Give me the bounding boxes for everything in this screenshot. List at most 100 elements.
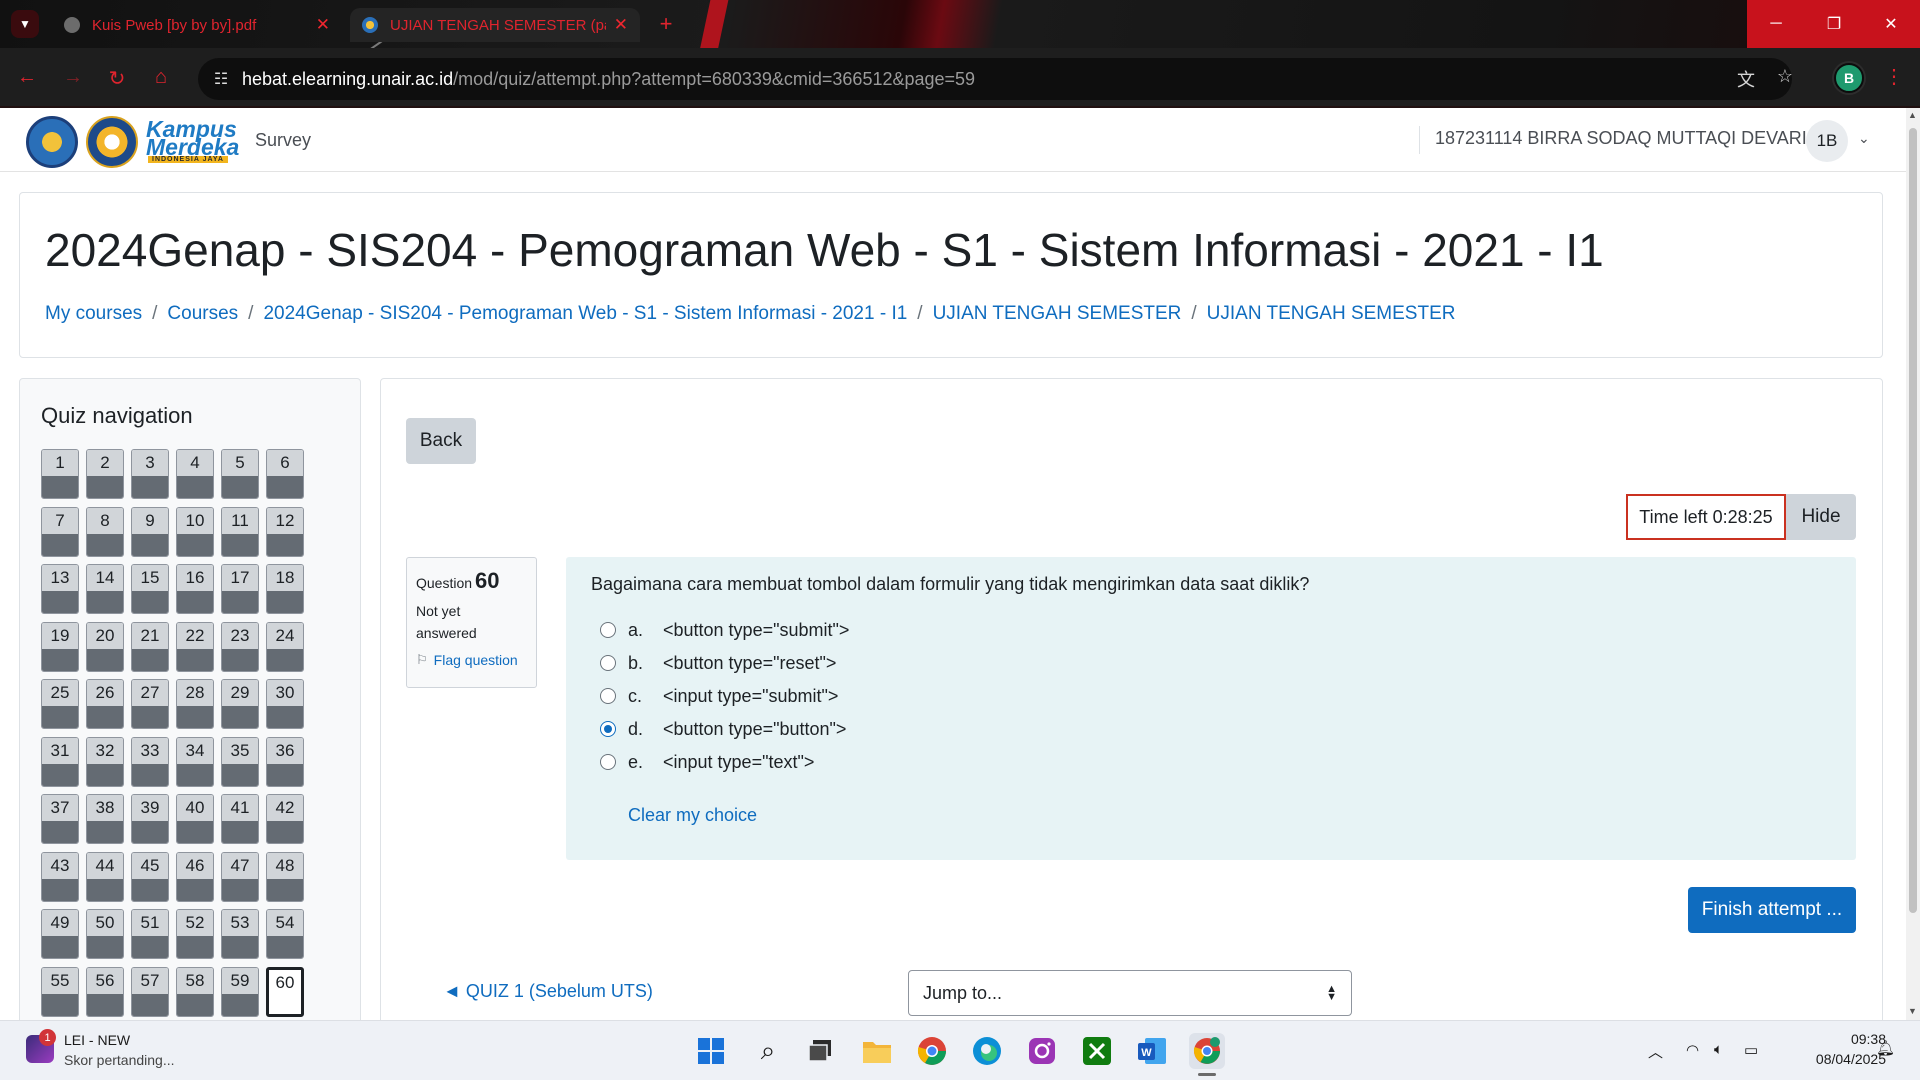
- site-info-icon[interactable]: ☷: [208, 66, 234, 92]
- restore-icon[interactable]: ❐: [1805, 0, 1863, 48]
- menu-kebab-icon[interactable]: ⋮: [1884, 64, 1904, 89]
- chevron-up-icon[interactable]: ︿: [1648, 1041, 1663, 1062]
- quiz-nav-button-19[interactable]: 19: [41, 621, 79, 672]
- clock-date[interactable]: 08/04/2025: [1786, 1051, 1886, 1067]
- quiz-nav-button-15[interactable]: 15: [131, 564, 169, 614]
- breadcrumb-quiz[interactable]: UJIAN TENGAH SEMESTER: [1207, 303, 1456, 325]
- quiz-nav-button-43[interactable]: 43: [41, 851, 79, 902]
- breadcrumb-courses[interactable]: Courses: [167, 303, 238, 325]
- quiz-nav-button-34[interactable]: 34: [176, 736, 214, 787]
- minimize-icon[interactable]: ─: [1747, 0, 1805, 48]
- xbox-icon[interactable]: [1079, 1033, 1115, 1069]
- radio-button[interactable]: [600, 754, 616, 770]
- kemdikbud-logo[interactable]: [26, 116, 78, 168]
- quiz-nav-button-48[interactable]: 48: [266, 851, 304, 902]
- quiz-nav-button-47[interactable]: 47: [221, 851, 259, 902]
- quiz-nav-button-1[interactable]: 1: [41, 449, 79, 499]
- previous-activity-link[interactable]: ◄ QUIZ 1 (Sebelum UTS): [443, 981, 653, 1002]
- quiz-nav-button-25[interactable]: 25: [41, 679, 79, 729]
- breadcrumb-section[interactable]: UJIAN TENGAH SEMESTER: [933, 303, 1182, 325]
- quiz-nav-button-18[interactable]: 18: [266, 564, 304, 614]
- quiz-nav-button-32[interactable]: 32: [86, 736, 124, 787]
- page-scrollbar[interactable]: ▲ ▼: [1906, 108, 1920, 1020]
- scroll-up-icon[interactable]: ▲: [1908, 110, 1917, 120]
- new-tab-button[interactable]: +: [652, 10, 680, 38]
- quiz-nav-button-4[interactable]: 4: [176, 449, 214, 499]
- quiz-nav-button-54[interactable]: 54: [266, 909, 304, 959]
- radio-button[interactable]: [600, 655, 616, 671]
- url-text[interactable]: hebat.elearning.unair.ac.id/mod/quiz/att…: [242, 69, 975, 90]
- volume-icon[interactable]: 🔈︎: [1714, 1041, 1723, 1058]
- quiz-nav-button-11[interactable]: 11: [221, 506, 259, 557]
- widget-subtitle[interactable]: Skor pertanding...: [64, 1052, 175, 1068]
- quiz-nav-button-29[interactable]: 29: [221, 679, 259, 729]
- task-view-icon[interactable]: [802, 1033, 838, 1069]
- tab-search-icon[interactable]: ▼: [11, 10, 39, 38]
- quiz-nav-button-50[interactable]: 50: [86, 909, 124, 959]
- jump-to-select[interactable]: Jump to... ▲ ▼: [908, 970, 1352, 1016]
- quiz-nav-button-49[interactable]: 49: [41, 909, 79, 959]
- quiz-nav-button-51[interactable]: 51: [131, 909, 169, 959]
- user-avatar[interactable]: 1B: [1806, 120, 1848, 162]
- profile-avatar[interactable]: B: [1834, 63, 1864, 93]
- tab-pdf[interactable]: Kuis Pweb [by by by].pdf ✕: [52, 8, 342, 42]
- quiz-nav-button-60[interactable]: 60: [266, 966, 304, 1017]
- quiz-nav-button-33[interactable]: 33: [131, 736, 169, 787]
- radio-button[interactable]: [600, 622, 616, 638]
- quiz-nav-button-56[interactable]: 56: [86, 966, 124, 1017]
- quiz-nav-button-7[interactable]: 7: [41, 506, 79, 557]
- kampus-merdeka-logo[interactable]: Kampus Merdeka INDONESIA JAYA: [144, 116, 239, 166]
- back-button[interactable]: Back: [406, 418, 476, 464]
- quiz-nav-button-31[interactable]: 31: [41, 736, 79, 787]
- breadcrumb-my-courses[interactable]: My courses: [45, 303, 142, 325]
- radio-button[interactable]: [600, 721, 616, 737]
- quiz-nav-button-41[interactable]: 41: [221, 794, 259, 844]
- answer-option-4[interactable]: d. <button type="button">: [600, 715, 846, 743]
- back-arrow-icon[interactable]: ←: [14, 66, 40, 89]
- hide-timer-button[interactable]: Hide: [1786, 494, 1856, 540]
- quiz-nav-button-8[interactable]: 8: [86, 506, 124, 557]
- quiz-nav-button-12[interactable]: 12: [266, 506, 304, 557]
- quiz-nav-button-13[interactable]: 13: [41, 564, 79, 614]
- quiz-nav-button-10[interactable]: 10: [176, 506, 214, 557]
- nav-survey-link[interactable]: Survey: [255, 130, 311, 151]
- answer-option-5[interactable]: e. <input type="text">: [600, 748, 814, 776]
- quiz-nav-button-23[interactable]: 23: [221, 621, 259, 672]
- quiz-nav-button-30[interactable]: 30: [266, 679, 304, 729]
- tab-quiz[interactable]: UJIAN TENGAH SEMESTER (pag ✕: [350, 8, 640, 42]
- quiz-nav-button-24[interactable]: 24: [266, 621, 304, 672]
- quiz-nav-button-37[interactable]: 37: [41, 794, 79, 844]
- scroll-down-icon[interactable]: ▼: [1908, 1006, 1917, 1016]
- quiz-nav-button-53[interactable]: 53: [221, 909, 259, 959]
- quiz-nav-button-42[interactable]: 42: [266, 794, 304, 844]
- quiz-nav-button-45[interactable]: 45: [131, 851, 169, 902]
- quiz-nav-button-9[interactable]: 9: [131, 506, 169, 557]
- search-icon[interactable]: ⌕: [750, 1033, 786, 1069]
- clear-choice-link[interactable]: Clear my choice: [628, 805, 757, 826]
- answer-option-2[interactable]: b. <button type="reset">: [600, 649, 836, 677]
- quiz-nav-button-35[interactable]: 35: [221, 736, 259, 787]
- start-icon[interactable]: [693, 1033, 729, 1069]
- quiz-nav-button-36[interactable]: 36: [266, 736, 304, 787]
- quiz-nav-button-40[interactable]: 40: [176, 794, 214, 844]
- unair-logo[interactable]: [86, 116, 138, 168]
- quiz-nav-button-28[interactable]: 28: [176, 679, 214, 729]
- quiz-nav-button-5[interactable]: 5: [221, 449, 259, 499]
- quiz-nav-button-59[interactable]: 59: [221, 966, 259, 1017]
- widget-title[interactable]: LEI - NEW: [64, 1032, 130, 1048]
- quiz-nav-button-52[interactable]: 52: [176, 909, 214, 959]
- quiz-nav-button-22[interactable]: 22: [176, 621, 214, 672]
- scrollbar-thumb[interactable]: [1909, 128, 1917, 913]
- finish-attempt-button[interactable]: Finish attempt ...: [1688, 887, 1856, 933]
- word-icon[interactable]: W: [1134, 1033, 1170, 1069]
- quiz-nav-button-3[interactable]: 3: [131, 449, 169, 499]
- quiz-nav-button-26[interactable]: 26: [86, 679, 124, 729]
- close-icon[interactable]: ✕: [316, 15, 330, 35]
- user-name[interactable]: 187231114 BIRRA SODAQ MUTTAQI DEVARI: [1435, 128, 1807, 149]
- reload-icon[interactable]: ↻: [104, 66, 130, 91]
- quiz-nav-button-27[interactable]: 27: [131, 679, 169, 729]
- battery-icon[interactable]: ▭: [1744, 1041, 1758, 1059]
- notification-bell-icon[interactable]: 🔔︎: [1876, 1039, 1895, 1057]
- quiz-nav-button-21[interactable]: 21: [131, 621, 169, 672]
- chevron-down-icon[interactable]: ⌄: [1858, 130, 1870, 147]
